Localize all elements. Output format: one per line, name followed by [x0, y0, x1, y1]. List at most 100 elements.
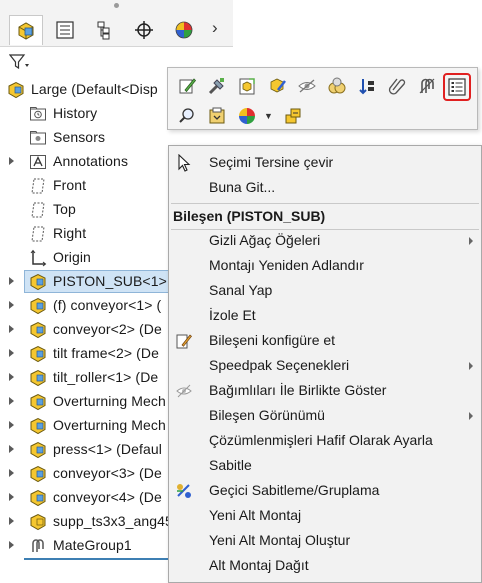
menu-item-new-subassembly[interactable]: Yeni Alt Montaj — [169, 503, 481, 528]
paperclip-icon[interactable] — [384, 73, 410, 99]
properties-icon[interactable] — [443, 73, 471, 101]
expand-arrow-icon[interactable] — [9, 517, 14, 525]
tree-item-label: tilt_roller<1> (De — [53, 369, 159, 385]
menu-item-set-resolved-to-lightweight[interactable]: Çözümlenmişleri Hafif Olarak Ayarla — [169, 428, 481, 453]
expand-arrow-icon[interactable] — [9, 301, 14, 309]
subassembly-icon — [29, 465, 47, 483]
crosshair-icon — [135, 21, 153, 39]
edit-tool-icon[interactable] — [204, 73, 230, 99]
menu-item-show-with-dependents[interactable]: Bağımlıları İle Birlikte Göster — [169, 378, 481, 403]
menu-item-label: Çözümlenmişleri Hafif Olarak Ayarla — [209, 432, 433, 448]
tree-item-label: Top — [53, 201, 76, 217]
menu-item-configure-component[interactable]: Bileşeni konfigüre et — [169, 328, 481, 353]
tree-item-label: Sensors — [53, 129, 106, 145]
menu-item-go-to[interactable]: Buna Git... — [169, 175, 481, 200]
tree-item-label: Front — [53, 177, 87, 193]
tab-configuration-manager[interactable] — [87, 15, 121, 45]
tree-root-label: Large (Default<Disp — [31, 81, 158, 97]
menu-item-isolate[interactable]: İzole Et — [169, 303, 481, 328]
subassembly-icon — [29, 321, 47, 339]
tab-dimxpert-manager[interactable] — [127, 15, 161, 45]
open-assembly-icon[interactable] — [234, 73, 260, 99]
scroll-indicator — [24, 558, 172, 560]
tree-item-label: supp_ts3x3_ang45 — [53, 513, 173, 529]
tree-item-label: Origin — [53, 249, 91, 265]
menu-item-create-new-subassembly[interactable]: Yeni Alt Montaj Oluştur — [169, 528, 481, 553]
expand-arrow-icon[interactable] — [9, 277, 14, 285]
menu-item-component-display[interactable]: Bileşen Görünümü — [169, 403, 481, 428]
expand-arrow-icon[interactable] — [9, 373, 14, 381]
expand-arrow-icon[interactable] — [9, 397, 14, 405]
menu-section-header: Bileşen (PISTON_SUB) — [169, 204, 481, 229]
tree-item-label: conveyor<4> (De — [53, 489, 162, 505]
menu-item-label: Seçimi Tersine çevir — [209, 154, 334, 170]
expand-arrow-icon[interactable] — [9, 421, 14, 429]
history-folder-icon — [29, 105, 47, 123]
annotations-icon — [29, 153, 47, 171]
tab-feature-manager[interactable] — [9, 15, 43, 45]
edit-component-icon[interactable] — [174, 73, 200, 99]
isolate-icon[interactable] — [324, 73, 350, 99]
tree-item-label: conveyor<2> (De — [53, 321, 162, 337]
menu-item-label: Bileşen Görünümü — [209, 407, 325, 423]
subassembly-icon — [29, 417, 47, 435]
subassembly-icon — [29, 513, 47, 531]
expand-arrow-icon[interactable] — [9, 493, 14, 501]
appearance-dropdown-icon[interactable] — [234, 103, 260, 129]
menu-header-label: Bileşen (PISTON_SUB) — [173, 208, 326, 224]
menu-item-hidden-tree-items[interactable]: Gizli Ağaç Öğeleri — [169, 228, 481, 253]
move-icon[interactable] — [354, 73, 380, 99]
plane-icon — [29, 177, 47, 195]
origin-icon — [29, 249, 47, 267]
tree-item-label: (f) conveyor<1> ( — [53, 297, 162, 313]
make-virtual-icon[interactable] — [280, 103, 306, 129]
expand-arrow-icon[interactable] — [9, 349, 14, 357]
menu-item-label: Bağımlıları İle Birlikte Göster — [209, 382, 387, 398]
tree-item-label: Annotations — [53, 153, 129, 169]
configure-component-icon — [175, 332, 193, 350]
subassembly-icon — [29, 297, 47, 315]
menu-item-label: Yeni Alt Montaj Oluştur — [209, 532, 351, 548]
filter-icon[interactable] — [8, 53, 31, 74]
expand-arrow-icon[interactable] — [9, 469, 14, 477]
expand-arrow-icon[interactable] — [9, 445, 14, 453]
expand-arrow-icon[interactable] — [9, 541, 14, 549]
zoom-to-selection-icon[interactable] — [174, 103, 200, 129]
subassembly-icon — [29, 273, 47, 291]
assembly-icon — [7, 81, 25, 99]
sensors-icon — [29, 129, 47, 147]
menu-item-dissolve-subassembly[interactable]: Alt Montaj Dağıt — [169, 553, 481, 578]
menu-item-speedpak-options[interactable]: Speedpak Seçenekleri — [169, 353, 481, 378]
expand-arrow-icon[interactable] — [9, 325, 14, 333]
mates-icon[interactable] — [414, 73, 440, 99]
display-manager-icon — [175, 21, 193, 39]
show-hidden-icon — [175, 382, 193, 400]
subassembly-icon — [29, 441, 47, 459]
menu-item-fix[interactable]: Sabitle — [169, 453, 481, 478]
display-pane-icon[interactable] — [204, 103, 230, 129]
tree-item-label: Right — [53, 225, 87, 241]
appearance-icon[interactable] — [264, 73, 290, 99]
tree-item-label: Overturning Mech — [53, 417, 166, 433]
tab-property-manager[interactable] — [48, 15, 82, 45]
menu-item-temporary-fix-group[interactable]: Geçici Sabitleme/Gruplama — [169, 478, 481, 503]
chevron-right-icon[interactable]: › — [212, 18, 218, 38]
panel-grip[interactable] — [114, 3, 119, 8]
tab-display-manager[interactable] — [167, 15, 201, 45]
menu-item-label: Geçici Sabitleme/Gruplama — [209, 482, 380, 498]
menu-item-next[interactable] — [169, 578, 481, 583]
submenu-arrow-icon — [469, 362, 473, 370]
menu-item-rename-assembly[interactable]: Montajı Yeniden Adlandır — [169, 253, 481, 278]
hide-icon[interactable] — [294, 73, 320, 99]
context-toolbar: ▼ — [167, 67, 478, 130]
menu-item-make-virtual[interactable]: Sanal Yap — [169, 278, 481, 303]
plane-icon — [29, 225, 47, 243]
configuration-manager-icon — [97, 21, 110, 40]
subassembly-icon — [29, 369, 47, 387]
expand-arrow-icon[interactable] — [9, 157, 14, 165]
tree-item-label: press<1> (Defaul — [53, 441, 162, 457]
temporary-fix-icon — [175, 482, 193, 500]
menu-item-invert-selection[interactable]: Seçimi Tersine çevir — [169, 150, 481, 175]
menu-item-label: Speedpak Seçenekleri — [209, 357, 350, 373]
chevron-down-icon[interactable]: ▼ — [264, 111, 273, 121]
